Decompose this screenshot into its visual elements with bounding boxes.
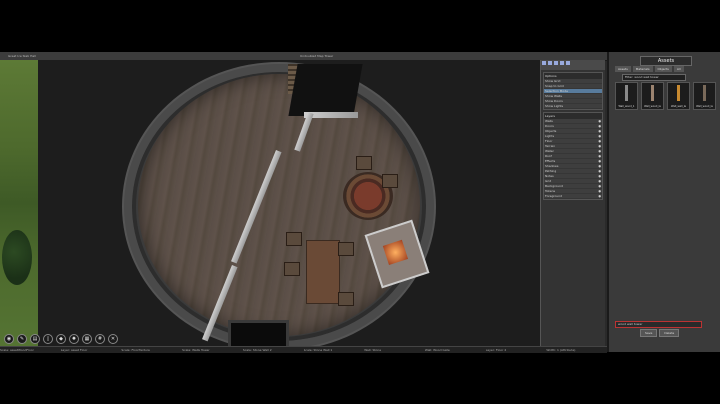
- eye-icon[interactable]: ●: [598, 174, 601, 178]
- asset-preview: [625, 85, 628, 101]
- asset-tile[interactable]: Wall_wood_la: [693, 82, 716, 110]
- eye-icon[interactable]: ●: [598, 179, 601, 183]
- door-icon[interactable]: ▯: [43, 334, 53, 344]
- eye-icon[interactable]: ●: [598, 189, 601, 193]
- status-item: Scale: FloorTexture: [121, 348, 150, 352]
- asset-label: Wall_wall_la: [671, 105, 686, 108]
- status-item: Scale: assetWoodFloor: [0, 348, 34, 352]
- select-icon[interactable]: [554, 61, 558, 65]
- chair: [286, 232, 302, 246]
- chair: [356, 156, 372, 170]
- center-tab-label[interactable]: Undoubled Map Tower: [300, 54, 333, 58]
- layer-icon[interactable]: [560, 61, 564, 65]
- status-item: Scale: Walls Tower: [182, 348, 210, 352]
- wooden-table: [306, 240, 340, 304]
- brush-icon[interactable]: ✎: [17, 334, 27, 344]
- asset-filter[interactable]: Filter: wood wall tower: [622, 74, 686, 81]
- assets-tabs: Assets Materials Objects All: [615, 66, 684, 72]
- settings-icon[interactable]: [566, 61, 570, 65]
- asset-preview: [677, 85, 680, 101]
- layer-row[interactable]: Foreground ●: [544, 194, 602, 199]
- status-item: Scale: Stone Wall 1: [303, 348, 333, 352]
- map-side-panel: Options Show Grid Snap to Grid Selection…: [540, 60, 605, 346]
- eye-icon[interactable]: ●: [598, 154, 601, 158]
- chair: [338, 292, 354, 306]
- options-box: Options Show Grid Snap to Grid Selection…: [543, 72, 603, 110]
- asset-preview: [651, 85, 654, 101]
- eye-icon[interactable]: ●: [598, 134, 601, 138]
- stair-opening: [288, 64, 363, 116]
- chair: [338, 242, 354, 256]
- map-canvas[interactable]: [38, 60, 540, 346]
- asset-tile[interactable]: Wall_wood_1: [615, 82, 638, 110]
- eye-icon[interactable]: ●: [598, 184, 601, 188]
- bottom-toolbar: ◉ ✎ ▤ ▯ ◆ ✹ ▦ # ✕: [4, 334, 118, 344]
- status-bar: Scale: assetWoodFloor Layer: asset Floor…: [0, 346, 607, 353]
- grass-map-area[interactable]: [0, 60, 38, 346]
- option-row[interactable]: Show Lights: [544, 104, 602, 109]
- zoom-icon[interactable]: [548, 61, 552, 65]
- tab-objects[interactable]: Objects: [654, 66, 672, 72]
- assets-title: Assets: [640, 56, 692, 66]
- left-tab-label[interactable]: Great Ice Slab Hall: [8, 54, 36, 58]
- asset-tile[interactable]: Wall_wall_la: [667, 82, 690, 110]
- asset-grid: Wall_wood_1 Wall_wood_la Wall_wall_la Wa…: [615, 82, 716, 110]
- close-icon[interactable]: ✕: [108, 334, 118, 344]
- asset-tile[interactable]: Wall_wood_la: [641, 82, 664, 110]
- tree: [2, 230, 32, 285]
- eye-icon[interactable]: ●: [598, 149, 601, 153]
- chair: [382, 174, 398, 188]
- eye-icon[interactable]: ●: [598, 194, 601, 198]
- object-icon[interactable]: ◆: [56, 334, 66, 344]
- save-button[interactable]: Save: [640, 329, 658, 337]
- delete-button[interactable]: Delete: [659, 329, 680, 337]
- eye-icon[interactable]: ●: [598, 159, 601, 163]
- pan-icon[interactable]: [542, 61, 546, 65]
- tab-materials[interactable]: Materials: [632, 66, 653, 72]
- asset-buttons: Save Delete: [640, 329, 680, 337]
- status-item: Wall: Stone: [364, 348, 382, 352]
- wall-icon[interactable]: ▤: [30, 334, 40, 344]
- forge-fire: [382, 239, 409, 266]
- asset-label: Wall_wood_la: [696, 105, 713, 108]
- layers-box: Layers Walls ● Doors ● Objects ● Lights ● Fl…: [543, 112, 603, 200]
- tab-all[interactable]: All: [673, 66, 684, 72]
- tab-assets[interactable]: Assets: [615, 66, 631, 72]
- eye-icon[interactable]: ●: [598, 124, 601, 128]
- light-icon[interactable]: ✹: [69, 334, 79, 344]
- asset-label: Wall_wood_1: [618, 105, 635, 108]
- status-item: Width: 1 (Attribute): [546, 348, 576, 352]
- eye-icon[interactable]: ●: [598, 119, 601, 123]
- eye-icon[interactable]: ●: [598, 164, 601, 168]
- status-item: Layer: asset Floor: [60, 348, 88, 352]
- eye-icon[interactable]: ●: [598, 139, 601, 143]
- eye-icon[interactable]: ●: [598, 169, 601, 173]
- status-item: Wall: Wood Gate: [424, 348, 450, 352]
- status-item: Scale: Stone Wall 2: [242, 348, 272, 352]
- status-item: Layer: Floor 2: [485, 348, 507, 352]
- grid-icon[interactable]: #: [95, 334, 105, 344]
- asset-label: Wall_wood_la: [644, 105, 661, 108]
- asset-preview: [703, 85, 706, 101]
- chair: [284, 262, 300, 276]
- panel-toolbar: [541, 60, 605, 70]
- select-icon[interactable]: ◉: [4, 334, 14, 344]
- texture-icon[interactable]: ▦: [82, 334, 92, 344]
- asset-name-input[interactable]: wood wall tower: [615, 321, 702, 328]
- eye-icon[interactable]: ●: [598, 129, 601, 133]
- eye-icon[interactable]: ●: [598, 144, 601, 148]
- floor-hatch: [228, 320, 289, 346]
